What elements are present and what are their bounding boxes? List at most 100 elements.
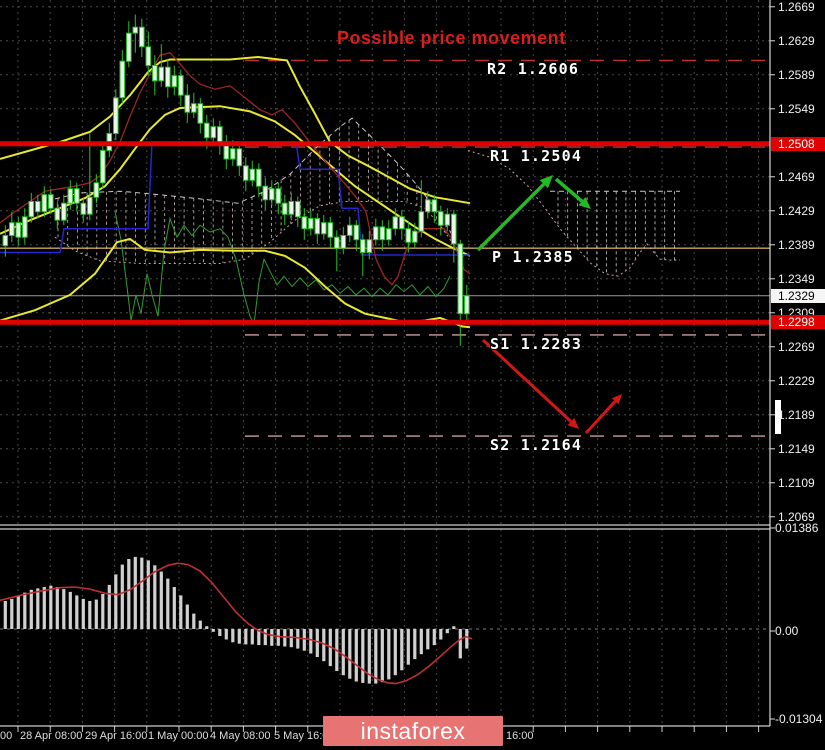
macd-histogram-bar <box>354 629 358 682</box>
candle-body <box>217 126 223 145</box>
candle-body <box>35 201 41 213</box>
macd-histogram-bar <box>393 629 397 676</box>
candle-body <box>145 46 152 66</box>
macd-histogram-bar <box>289 629 293 648</box>
candle-body <box>392 216 399 230</box>
candle-body <box>28 201 35 218</box>
macd-histogram-bar <box>374 629 378 684</box>
candle-body <box>204 122 210 139</box>
macd-histogram-bar <box>146 560 150 629</box>
candle-body <box>249 168 256 181</box>
candle-body <box>119 60 126 99</box>
bollinger-lower-band <box>0 237 471 329</box>
candle-body <box>74 188 80 204</box>
candle-body <box>412 230 418 243</box>
price-axis-box: 1.2298 <box>771 315 825 330</box>
candle-body <box>451 213 457 245</box>
candle-body <box>444 213 451 226</box>
macd-histogram-bar <box>68 591 72 629</box>
price-tick-label: 1.2669 <box>778 0 815 14</box>
macd-histogram-bar <box>23 592 27 629</box>
candle-body <box>353 224 360 241</box>
candle-body <box>178 75 184 96</box>
price-tick-label: 1.2229 <box>778 373 815 388</box>
time-axis-label: 1 May 00:00 <box>148 730 209 742</box>
candle-body <box>334 236 340 249</box>
pivot-level-label: R1 1.2504 <box>490 147 583 166</box>
macd-histogram-bar <box>400 629 404 671</box>
macd-histogram-bar <box>231 629 235 643</box>
price-tick-label: 1.2349 <box>778 271 815 286</box>
candle-body <box>373 226 379 241</box>
candle-body <box>230 148 236 160</box>
macd-histogram-bar <box>81 598 85 629</box>
price-tick-label: 1.2389 <box>778 237 815 252</box>
price-tick-label: 1.2549 <box>778 101 815 116</box>
macd-histogram-bar <box>361 629 365 683</box>
candle-body <box>126 32 132 62</box>
candle-body <box>321 222 327 235</box>
macd-histogram-bar <box>406 629 410 665</box>
candle-body <box>93 182 100 198</box>
chart-canvas[interactable] <box>0 0 825 750</box>
macd-histogram-bar <box>114 574 118 629</box>
candle-body <box>314 218 321 235</box>
trend-arrow-shaft <box>476 182 546 252</box>
time-axis-label: 29 Apr 16:00 <box>85 730 148 742</box>
candle-body <box>347 224 353 236</box>
chart-annotation-title: Possible price movement <box>337 28 566 48</box>
macd-histogram-bar <box>10 598 14 629</box>
macd-histogram-bar <box>302 629 306 651</box>
macd-histogram-bar <box>413 629 417 660</box>
macd-histogram-bar <box>419 629 423 655</box>
macd-histogram-bar <box>348 629 352 679</box>
candle-body <box>191 103 197 113</box>
candle-body <box>171 75 178 88</box>
macd-histogram-bar <box>140 557 144 629</box>
candle-body <box>295 201 301 218</box>
trend-arrow-shaft <box>554 177 584 203</box>
price-tick-label: 1.2469 <box>778 169 815 184</box>
candle-body <box>15 222 22 238</box>
candle-body <box>113 97 119 135</box>
candle-body <box>152 65 158 82</box>
time-axis-label: 4 May 08:00 <box>210 730 271 742</box>
macd-histogram-bar <box>315 629 319 657</box>
candle-body <box>457 243 464 315</box>
macd-histogram-bar <box>296 629 300 649</box>
macd-histogram-bar <box>211 629 215 632</box>
candle-body <box>282 202 288 215</box>
macd-histogram-bar <box>465 629 469 649</box>
macd-histogram-bar <box>172 587 176 629</box>
macd-histogram-bar <box>192 613 196 629</box>
macd-histogram-bar <box>159 571 163 629</box>
candle-body <box>425 199 431 213</box>
candle-body <box>236 148 243 167</box>
macd-histogram-bar <box>120 564 124 629</box>
candle-body <box>431 199 438 213</box>
macd-histogram-bar <box>179 595 183 629</box>
candle-body <box>9 222 15 236</box>
macd-histogram-bar <box>309 629 313 654</box>
candle-body <box>366 239 373 253</box>
price-tick-label: 1.2189 <box>778 407 815 422</box>
macd-histogram-bar <box>426 629 430 650</box>
pivot-level-label: S1 1.2283 <box>490 334 583 353</box>
macd-histogram-bar <box>42 587 46 629</box>
candle-body <box>405 228 412 243</box>
macd-histogram-bar <box>198 620 202 629</box>
macd-histogram-bar <box>218 629 222 636</box>
macd-histogram-bar <box>75 595 79 629</box>
candle-body <box>464 295 470 315</box>
macd-histogram-bar <box>107 584 111 629</box>
macd-histogram-bar <box>380 629 384 683</box>
macd-scale-label: -0.01304 <box>775 712 823 726</box>
candle-body <box>399 216 405 230</box>
price-tick-label: 1.2629 <box>778 33 815 48</box>
candle-body <box>256 168 262 187</box>
macd-histogram-bar <box>224 629 228 640</box>
macd-histogram-bar <box>263 629 267 646</box>
candle-body <box>308 218 314 230</box>
candle-body <box>54 207 61 221</box>
macd-histogram-bar <box>127 559 131 629</box>
